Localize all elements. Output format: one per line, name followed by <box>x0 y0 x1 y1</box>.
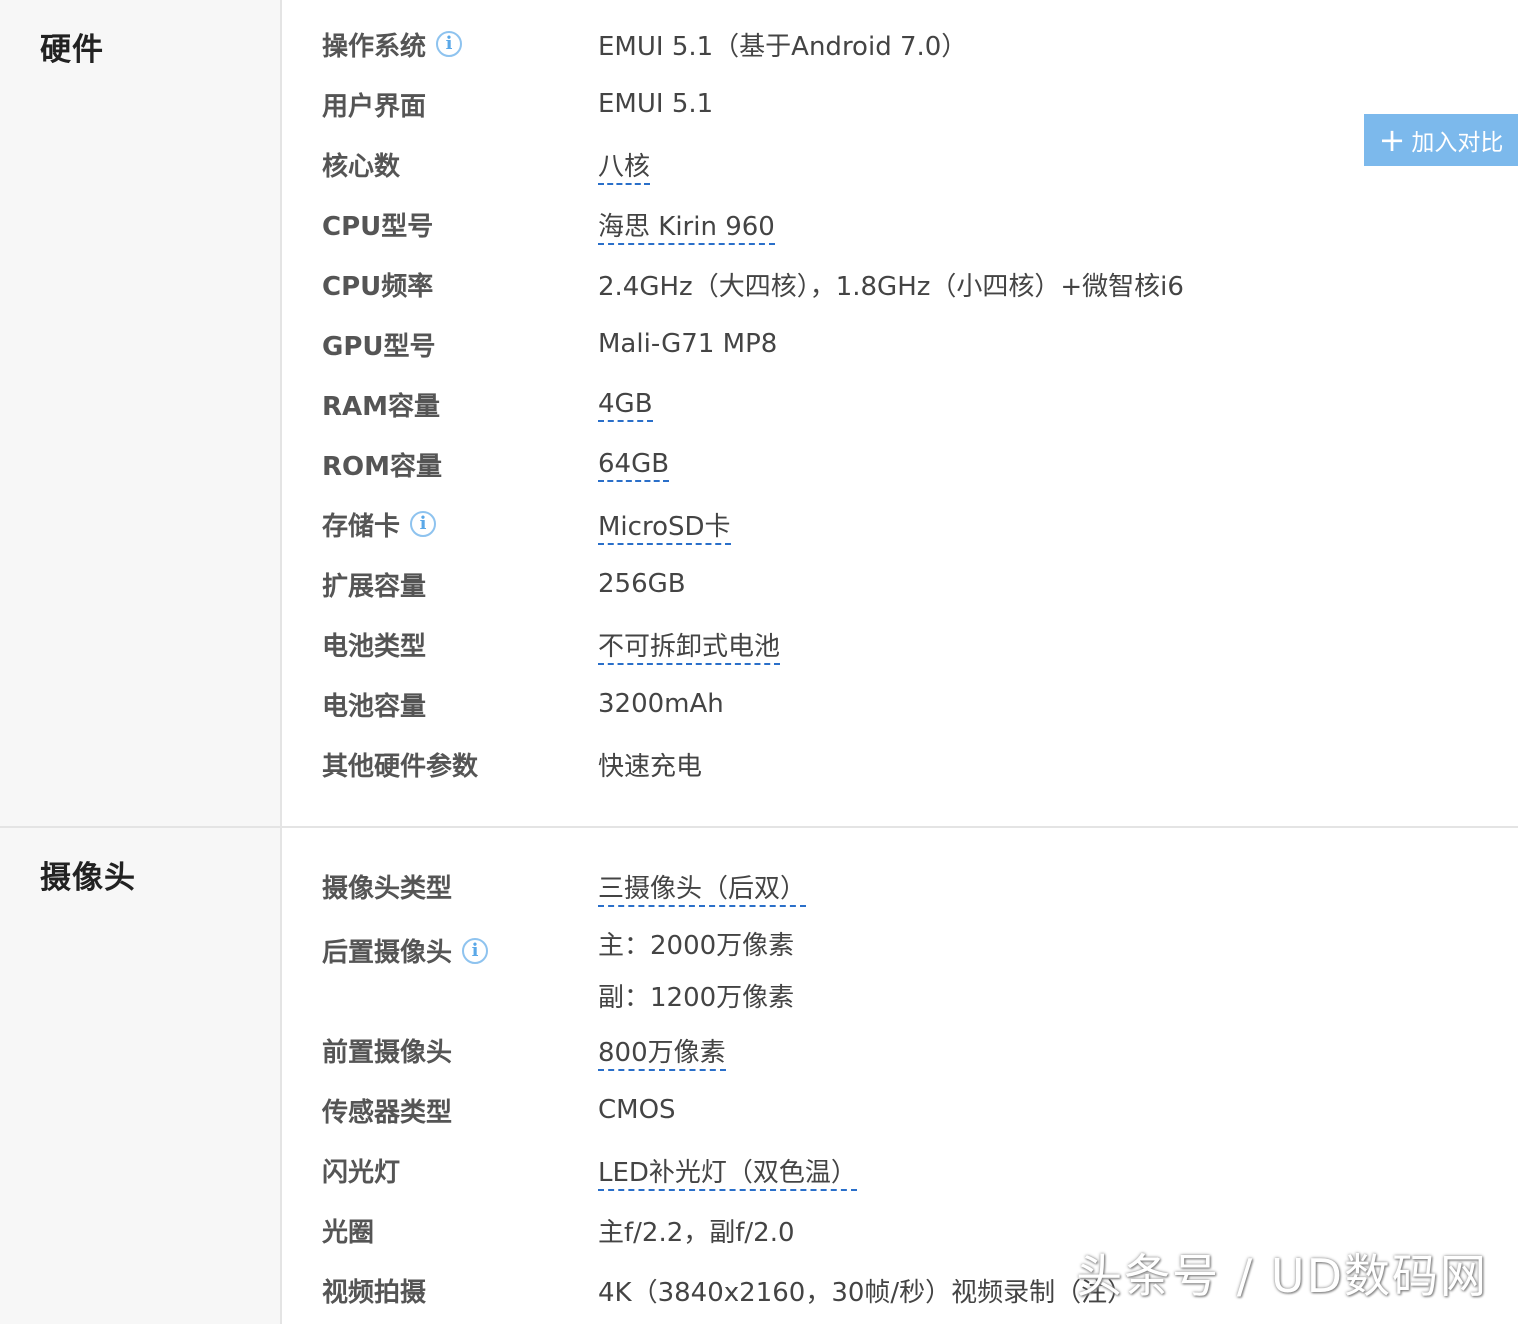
spec-row: 摄像头类型 三摄像头（后双） <box>322 856 1518 916</box>
category-title: 硬件 <box>40 32 104 68</box>
spec-row: 操作系统 i EMUI 5.1（基于Android 7.0） <box>322 31 968 62</box>
spec-row: RAM容量 4GB <box>322 389 653 422</box>
spec-link[interactable]: 海思 Kirin 960 <box>598 211 775 245</box>
plus-icon: + <box>1378 121 1406 159</box>
spec-row: CPU型号 海思 Kirin 960 <box>322 194 1518 254</box>
add-compare-button[interactable]: + 加入对比 <box>1364 114 1518 166</box>
spec-row: 传感器类型 CMOS <box>322 1095 676 1128</box>
watermark: 头条号 / UD数码网 <box>1076 1249 1488 1303</box>
category-cell: 摄像头 <box>0 828 282 1324</box>
spec-row: 存储卡 i MicroSD卡 <box>322 494 1518 554</box>
spec-page: 硬件 操作系统 i EMUI 5.1（基于Android 7.0） 用户界面 EMUI… <box>0 0 1518 1324</box>
spec-row: 其他硬件参数 快速充电 <box>322 751 703 782</box>
spec-row: 闪光灯 LED补光灯（双色温） <box>322 1140 1518 1200</box>
category-cell: 硬件 <box>0 0 282 826</box>
category-title: 摄像头 <box>40 860 136 896</box>
info-icon[interactable]: i <box>462 937 489 964</box>
spec-rows: 操作系统 i EMUI 5.1（基于Android 7.0） 用户界面 EMUI 5.… <box>282 0 1518 826</box>
spec-row: 电池容量 3200mAh <box>322 689 724 722</box>
spec-link[interactable]: 4GB <box>598 389 653 422</box>
spec-link[interactable]: LED补光灯（双色温） <box>598 1157 857 1191</box>
spec-row: 用户界面 EMUI 5.1 <box>322 89 714 122</box>
spec-row: CPU频率 2.4GHz（大四核），1.8GHz（小四核）+微智核i6 <box>322 271 1184 302</box>
spec-row: GPU型号 Mali-G71 MP8 <box>322 329 778 362</box>
spec-row: 后置摄像头 i 主：2000万像素 副：1200万像素 <box>322 931 795 1013</box>
spec-row: 前置摄像头 800万像素 <box>322 1020 1518 1080</box>
spec-row: 核心数 八核 <box>322 134 1518 194</box>
spec-link[interactable]: 三摄像头（后双） <box>598 873 807 907</box>
spec-link[interactable]: MicroSD卡 <box>598 511 731 545</box>
info-icon[interactable]: i <box>436 31 463 57</box>
section-hardware: 硬件 操作系统 i EMUI 5.1（基于Android 7.0） 用户界面 EMUI… <box>0 0 1518 828</box>
spec-link[interactable]: 不可拆卸式电池 <box>598 631 781 665</box>
spec-link[interactable]: 64GB <box>598 449 670 482</box>
spec-row: 扩展容量 256GB <box>322 569 686 602</box>
spec-row: 电池类型 不可拆卸式电池 <box>322 614 1518 674</box>
spec-link[interactable]: 800万像素 <box>598 1037 726 1071</box>
spec-row: ROM容量 64GB <box>322 449 670 482</box>
spec-link[interactable]: 八核 <box>598 151 651 185</box>
info-icon[interactable]: i <box>410 511 437 537</box>
